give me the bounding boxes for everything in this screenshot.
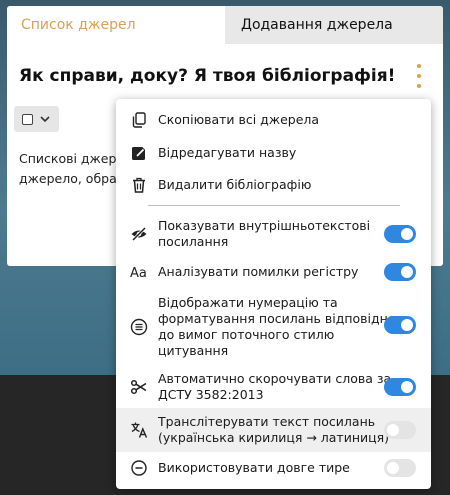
option-label: Автоматично скорочувати слова за ДСТУ 35…: [158, 371, 391, 403]
dash-circle-icon: [130, 459, 148, 477]
scissors-icon: [130, 378, 148, 396]
tab-bar: Список джерел Додавання джерела: [7, 6, 443, 44]
toggle-analyze-case-errors[interactable]: [384, 263, 416, 281]
option-label-line: до вимог поточного стилю: [158, 327, 335, 342]
letter-case-icon: Aa: [130, 263, 148, 281]
empty-list-text-line: джерело, обрав: [19, 171, 125, 186]
toggle-format-citations[interactable]: [384, 316, 416, 334]
option-label-line: Показувати внутрішньотекстові: [158, 218, 371, 233]
checkbox-icon[interactable]: [22, 113, 33, 125]
empty-list-text: Спискові джерел джерело, обрав: [19, 149, 129, 189]
option-long-dash[interactable]: Використовувати довге тире: [116, 457, 431, 479]
toggle-show-in-text-citations[interactable]: [384, 225, 416, 243]
option-label-line: Відображати нумерацію та: [158, 295, 338, 310]
trash-icon: [130, 176, 148, 194]
more-options-icon[interactable]: [414, 64, 424, 88]
option-label: Аналізувати помилки регістру: [158, 264, 359, 279]
option-transliterate[interactable]: Транслітерувати текст посилань (українсь…: [116, 408, 431, 452]
options-menu: Скопіювати всі джерела Відредагувати наз…: [116, 99, 431, 489]
menu-item-label: Видалити бібліографію: [158, 177, 312, 192]
menu-divider: [148, 205, 400, 206]
option-show-in-text-citations[interactable]: Показувати внутрішньотекстові посилання: [116, 216, 431, 252]
toggle-auto-abbreviate[interactable]: [384, 378, 416, 396]
option-label: Використовувати довге тире: [158, 460, 350, 475]
option-label-line: Транслітерувати текст посилань: [158, 414, 376, 429]
eye-off-icon: [130, 225, 148, 243]
select-all-dropdown[interactable]: [14, 106, 59, 132]
page-title: Як справи, доку? Я твоя бібліографія!: [19, 66, 396, 86]
numbered-list-icon: [130, 318, 148, 336]
edit-icon: [130, 144, 148, 162]
menu-item-delete[interactable]: Видалити бібліографію: [116, 174, 431, 196]
option-format-citations[interactable]: Відображати нумерацію та форматування по…: [116, 295, 431, 359]
option-label-line: посилання: [158, 234, 229, 249]
tab-source-list[interactable]: Список джерел: [7, 6, 225, 44]
option-label: Показувати внутрішньотекстові посилання: [158, 218, 370, 250]
option-analyze-case-errors[interactable]: Aa Аналізувати помилки регістру: [116, 261, 431, 283]
option-label-line: форматування посилань відповідно: [158, 311, 396, 326]
option-auto-abbreviate[interactable]: Автоматично скорочувати слова за ДСТУ 35…: [116, 369, 431, 405]
tab-add-source[interactable]: Додавання джерела: [225, 6, 443, 44]
svg-text:Aa: Aa: [130, 266, 147, 281]
chevron-down-icon: [40, 116, 50, 123]
option-label-line: (українська кирилиця → латиниця): [158, 430, 390, 445]
menu-item-label: Скопіювати всі джерела: [158, 112, 320, 127]
toggle-transliterate[interactable]: [384, 421, 416, 439]
option-label: Відображати нумерацію та форматування по…: [158, 295, 396, 359]
menu-item-copy-all[interactable]: Скопіювати всі джерела: [116, 109, 431, 131]
option-label-line: Автоматично скорочувати слова за: [158, 371, 392, 386]
copy-icon: [130, 111, 148, 129]
option-label-line: ДСТУ 3582:2013: [158, 387, 264, 402]
menu-item-label: Відредагувати назву: [158, 145, 297, 160]
empty-list-text-line: Спискові джерел: [19, 151, 129, 166]
translate-icon: [130, 421, 148, 439]
option-label-line: цитування: [158, 343, 229, 358]
toggle-long-dash[interactable]: [384, 459, 416, 477]
option-label: Транслітерувати текст посилань (українсь…: [158, 414, 389, 446]
menu-item-rename[interactable]: Відредагувати назву: [116, 142, 431, 164]
